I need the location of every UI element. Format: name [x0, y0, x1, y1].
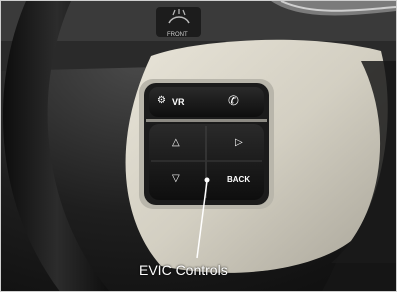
arrow-down-icon: ▽ [172, 173, 180, 184]
back-button[interactable]: BACK [207, 163, 261, 197]
up-arrow-button[interactable]: △ [151, 127, 205, 159]
evic-controls-caption: EVIC Controls [139, 262, 228, 278]
phone-button[interactable]: ✆ [207, 89, 261, 115]
front-label: FRONT [167, 32, 188, 38]
voice-recognition-icon: ⚙ [157, 95, 166, 106]
right-arrow-button[interactable]: ▷ [207, 127, 261, 159]
phone-icon: ✆ [228, 93, 239, 108]
voice-recognition-button[interactable]: ⚙ VR [151, 89, 205, 115]
arrow-right-icon: ▷ [235, 137, 243, 148]
down-arrow-button[interactable]: ▽ [151, 163, 205, 197]
arrow-up-icon: △ [172, 137, 180, 148]
voice-button-label: VR [172, 97, 185, 107]
back-button-label: BACK [227, 175, 251, 184]
photo-frame: FRONT ⚙ VR ✆ △ ▷ ▽ BACK EVIC Controls [0, 0, 397, 292]
